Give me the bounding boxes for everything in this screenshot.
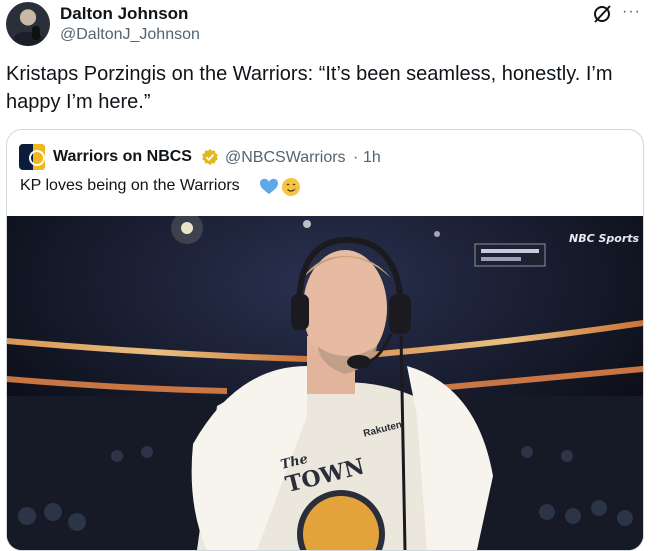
tweet-text: Kristaps Porzingis on the Warriors: “It’… [6, 63, 613, 113]
smiling-face-with-tear-icon [282, 178, 300, 196]
more-options-icon[interactable]: ··· [622, 3, 641, 21]
quoted-display-name[interactable]: Warriors on NBCS [53, 148, 192, 166]
blue-heart-icon [260, 178, 278, 194]
grok-icon[interactable] [592, 4, 612, 24]
author-handle[interactable]: @DaltonJ_Johnson [60, 26, 200, 44]
quoted-author-avatar[interactable] [19, 144, 45, 170]
author-display-name[interactable]: Dalton Johnson [60, 4, 188, 24]
nbc-sports-logo: NBC Sports [569, 232, 640, 245]
author-avatar[interactable] [6, 2, 50, 46]
quoted-text: KP loves being on the Warriors [20, 177, 240, 194]
quoted-separator: · [353, 149, 359, 166]
video-media[interactable]: NBC Sports Rakuten The TOWN [7, 216, 643, 550]
avatar-microphone [32, 26, 40, 40]
quoted-timestamp[interactable]: 1h [363, 149, 381, 167]
arena-scene [7, 216, 643, 550]
verified-badge-icon [202, 148, 218, 166]
avatar-ring [29, 150, 45, 166]
quoted-tweet-card[interactable]: Warriors on NBCS @NBCSWarriors · 1h KP l… [6, 129, 644, 551]
quoted-handle[interactable]: @NBCSWarriors [225, 149, 346, 167]
